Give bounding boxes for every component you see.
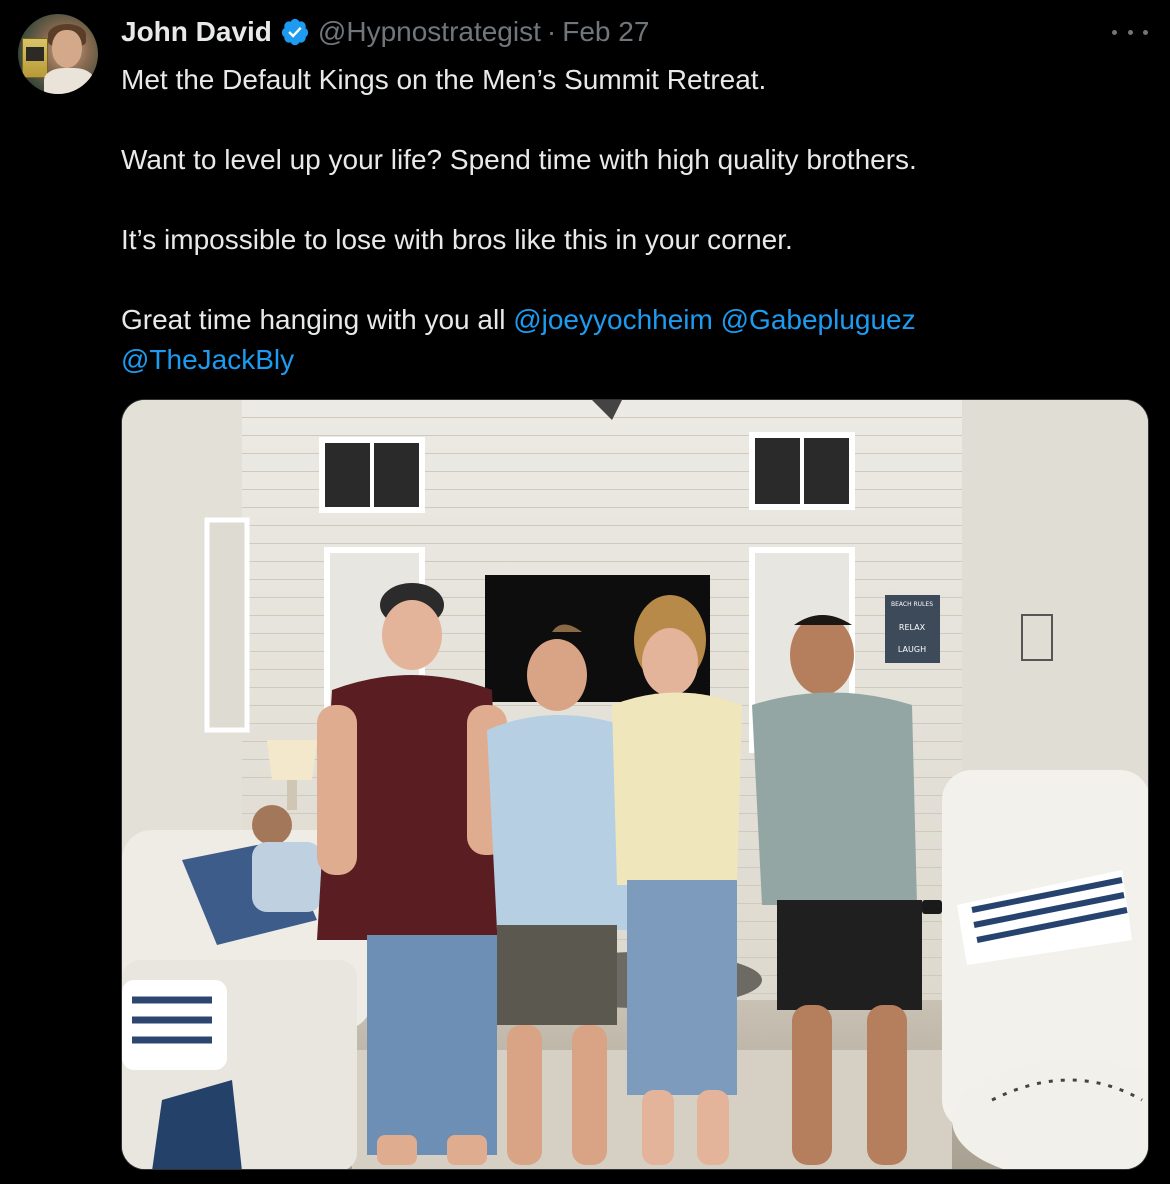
- tweet[interactable]: John David @Hypnostrategist · Feb 27 Met…: [0, 0, 1170, 1184]
- photo-canvas: BEACH RULES RELAX LAUGH: [122, 400, 1148, 1169]
- mention-link[interactable]: @TheJackBly: [121, 344, 294, 375]
- author-name[interactable]: John David: [121, 16, 272, 48]
- avatar-face: [52, 30, 82, 68]
- more-dot: [1127, 29, 1133, 35]
- tweet-photo[interactable]: BEACH RULES RELAX LAUGH: [121, 399, 1149, 1170]
- tweet-line-with-mentions: @TheJackBly: [121, 340, 1141, 380]
- tweet-line: It’s impossible to lose with bros like t…: [121, 224, 793, 255]
- tweet-text: Met the Default Kings on the Men’s Summi…: [121, 60, 1141, 380]
- tweet-line-with-mentions: Great time hanging with you all @joeyyoc…: [121, 300, 1141, 340]
- mention-link[interactable]: @joeyyochheim: [513, 304, 713, 335]
- tweet-date[interactable]: Feb 27: [562, 16, 649, 48]
- more-dot: [1112, 29, 1117, 35]
- tweet-header: John David @Hypnostrategist · Feb 27: [121, 14, 649, 50]
- tweet-line: Great time hanging with you all: [121, 304, 506, 335]
- verified-badge-icon[interactable]: [280, 17, 310, 47]
- header-separator: ·: [546, 16, 557, 47]
- mention-link[interactable]: @Gabepluguez: [721, 304, 916, 335]
- more-dot: [1143, 29, 1148, 35]
- sign-text: LAUGH: [898, 645, 926, 654]
- tweet-line: Want to level up your life? Spend time w…: [121, 144, 917, 175]
- avatar-book: [22, 38, 48, 78]
- sign-text: RELAX: [899, 623, 926, 632]
- sign-text: BEACH RULES: [891, 601, 933, 608]
- tweet-line: Met the Default Kings on the Men’s Summi…: [121, 64, 767, 95]
- author-avatar[interactable]: [18, 14, 98, 94]
- more-options-icon[interactable]: [1112, 20, 1148, 44]
- avatar-shirt: [44, 68, 94, 94]
- author-handle[interactable]: @Hypnostrategist: [318, 16, 541, 48]
